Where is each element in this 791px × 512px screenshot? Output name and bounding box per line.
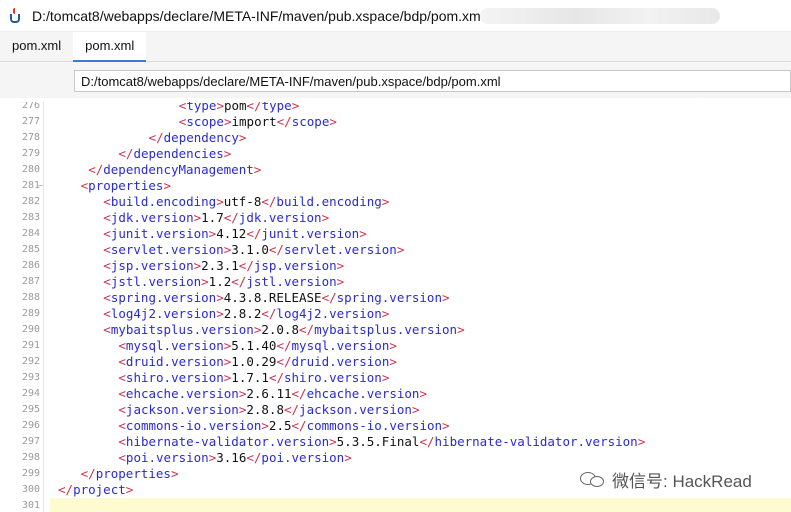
code-text: <ehcache.version>2.6.11</ehcache.version… bbox=[118, 386, 427, 401]
tab-pom-xml-2[interactable]: pom.xml bbox=[73, 32, 147, 62]
path-bar bbox=[0, 62, 791, 98]
code-text: <poi.version>3.16</poi.version> bbox=[118, 450, 352, 465]
code-text: <scope>import</scope> bbox=[178, 114, 337, 129]
blurred-region bbox=[480, 8, 720, 24]
code-line: 291 <mysql.version>5.1.40</mysql.version> bbox=[0, 338, 791, 354]
code-line: 278 </dependency> bbox=[0, 130, 791, 146]
code-text: <properties> bbox=[80, 178, 171, 193]
line-number: 295 bbox=[21, 404, 40, 415]
code-line: 296 <commons-io.version>2.5</commons-io.v… bbox=[0, 418, 791, 434]
line-number: 288 bbox=[21, 292, 40, 303]
line-number: 277 bbox=[21, 116, 40, 127]
code-text: <jsp.version>2.3.1</jsp.version> bbox=[103, 258, 345, 273]
tab-pom-xml-1[interactable]: pom.xml bbox=[0, 32, 73, 62]
code-text: </dependency> bbox=[148, 130, 247, 145]
code-line: 276 <type>pom</type> bbox=[0, 102, 791, 114]
code-line: 279 </dependencies> bbox=[0, 146, 791, 162]
line-number: 299 bbox=[21, 468, 40, 479]
line-number: 276 bbox=[21, 102, 40, 111]
line-number: 281 bbox=[21, 180, 40, 191]
code-line: 282 <build.encoding>utf-8</build.encoding… bbox=[0, 194, 791, 210]
java-cup-icon bbox=[6, 7, 24, 25]
code-line: 280 </dependencyManagement> bbox=[0, 162, 791, 178]
code-line: 289 <log4j2.version>2.8.2</log4j2.version… bbox=[0, 306, 791, 322]
code-text: </properties> bbox=[80, 466, 179, 481]
code-line: 284 <junit.version>4.12</junit.version> bbox=[0, 226, 791, 242]
code-text: <shiro.version>1.7.1</shiro.version> bbox=[118, 370, 390, 385]
line-number: 279 bbox=[21, 148, 40, 159]
line-number: 282 bbox=[21, 196, 40, 207]
code-line: 281− <properties> bbox=[0, 178, 791, 194]
code-line: 298 <poi.version>3.16</poi.version> bbox=[0, 450, 791, 466]
code-line: 297 <hibernate-validator.version>5.3.5.Fi… bbox=[0, 434, 791, 450]
code-text: <druid.version>1.0.29</druid.version> bbox=[118, 354, 397, 369]
line-number: 296 bbox=[21, 420, 40, 431]
line-number: 286 bbox=[21, 260, 40, 271]
line-number: 298 bbox=[21, 452, 40, 463]
line-number: 300 bbox=[21, 484, 40, 495]
line-number: 287 bbox=[21, 276, 40, 287]
code-line: 290 <mybaitsplus.version>2.0.8</mybaitspl… bbox=[0, 322, 791, 338]
code-line: 292 <druid.version>1.0.29</druid.version> bbox=[0, 354, 791, 370]
code-text: <commons-io.version>2.5</commons-io.vers… bbox=[118, 418, 450, 433]
wechat-icon bbox=[580, 470, 606, 490]
code-text: <type>pom</type> bbox=[178, 102, 300, 113]
code-line: 295 <jackson.version>2.8.8</jackson.versi… bbox=[0, 402, 791, 418]
code-text: <jdk.version>1.7</jdk.version> bbox=[103, 210, 330, 225]
code-line: 293 <shiro.version>1.7.1</shiro.version> bbox=[0, 370, 791, 386]
line-number: 292 bbox=[21, 356, 40, 367]
line-number: 284 bbox=[21, 228, 40, 239]
line-number: 297 bbox=[21, 436, 40, 447]
line-number: 290 bbox=[21, 324, 40, 335]
code-line: 277 <scope>import</scope> bbox=[0, 114, 791, 130]
code-text: </dependencies> bbox=[118, 146, 232, 161]
line-number: 293 bbox=[21, 372, 40, 383]
title-bar: D:/tomcat8/webapps/declare/META-INF/mave… bbox=[0, 0, 791, 32]
code-line: 287 <jstl.version>1.2</jstl.version> bbox=[0, 274, 791, 290]
code-text: <log4j2.version>2.8.2</log4j2.version> bbox=[103, 306, 390, 321]
line-number: 291 bbox=[21, 340, 40, 351]
line-number: 283 bbox=[21, 212, 40, 223]
window-title: D:/tomcat8/webapps/declare/META-INF/mave… bbox=[32, 7, 484, 24]
code-line: 286 <jsp.version>2.3.1</jsp.version> bbox=[0, 258, 791, 274]
code-text: <hibernate-validator.version>5.3.5.Final… bbox=[118, 434, 646, 449]
watermark: 微信号: HackRead bbox=[580, 467, 752, 492]
code-text: <servlet.version>3.1.0</servlet.version> bbox=[103, 242, 405, 257]
line-number: 289 bbox=[21, 308, 40, 319]
code-text: <build.encoding>utf-8</build.encoding> bbox=[103, 194, 390, 209]
fold-toggle-icon[interactable]: − bbox=[38, 182, 43, 190]
code-text: <junit.version>4.12</junit.version> bbox=[103, 226, 367, 241]
code-line: 294 <ehcache.version>2.6.11</ehcache.vers… bbox=[0, 386, 791, 402]
code-line: 301 bbox=[22, 498, 791, 512]
line-number: 294 bbox=[21, 388, 40, 399]
line-number: 280 bbox=[21, 164, 40, 175]
code-text: <mybaitsplus.version>2.0.8</mybaitsplus.… bbox=[103, 322, 465, 337]
code-line: 283 <jdk.version>1.7</jdk.version> bbox=[0, 210, 791, 226]
code-line: 285 <servlet.version>3.1.0</servlet.versi… bbox=[0, 242, 791, 258]
code-text: <jackson.version>2.8.8</jackson.version> bbox=[118, 402, 420, 417]
code-text: <jstl.version>1.2</jstl.version> bbox=[103, 274, 345, 289]
line-number: 278 bbox=[21, 132, 40, 143]
code-editor[interactable]: 276 <type>pom</type> 277 <scope>import</sco… bbox=[0, 102, 791, 512]
code-text: <spring.version>4.3.8.RELEASE</spring.ve… bbox=[103, 290, 450, 305]
line-number: 285 bbox=[21, 244, 40, 255]
line-number: 301 bbox=[21, 500, 40, 511]
code-line: 288 <spring.version>4.3.8.RELEASE</spring… bbox=[0, 290, 791, 306]
path-input[interactable] bbox=[74, 70, 791, 92]
tab-bar: pom.xml pom.xml bbox=[0, 32, 791, 62]
watermark-text: 微信号: HackRead bbox=[612, 472, 752, 491]
code-text: </dependencyManagement> bbox=[88, 162, 262, 177]
code-text: </project> bbox=[58, 482, 134, 497]
code-text: <mysql.version>5.1.40</mysql.version> bbox=[118, 338, 397, 353]
